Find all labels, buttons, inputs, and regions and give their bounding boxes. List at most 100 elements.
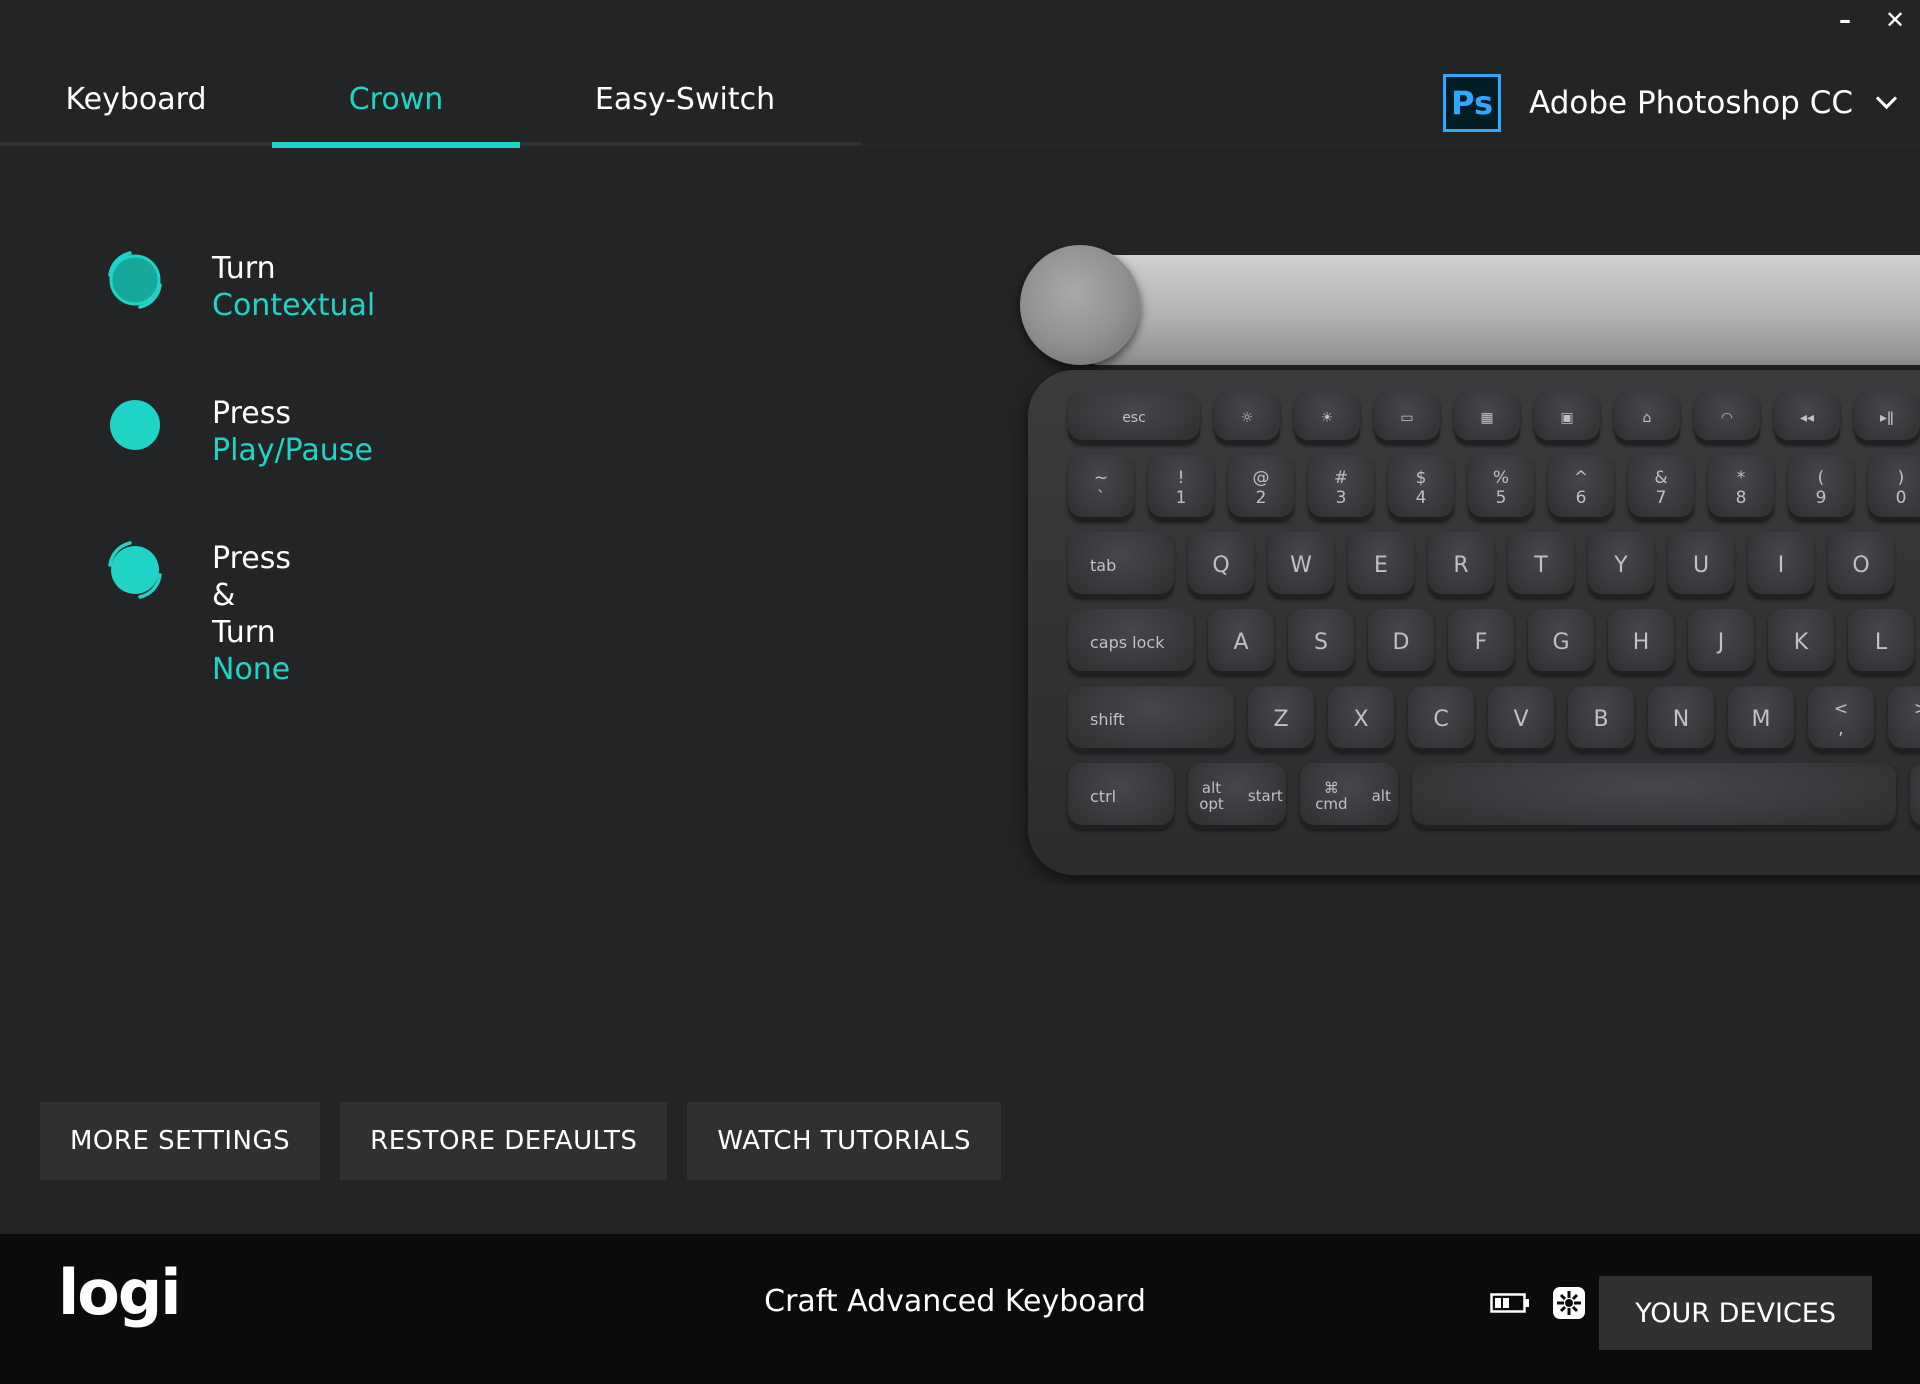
app-selector[interactable]: Ps Adobe Photoshop CC — [1443, 70, 1898, 136]
key-4: $4 — [1388, 455, 1454, 521]
key-cmd-right-label: ⌘cmd — [1911, 780, 1920, 812]
more-settings-button[interactable]: MORE SETTINGS — [40, 1102, 321, 1180]
crown-actions-list: Turn Contextual Press Play/Pause Press &… — [100, 245, 375, 687]
key-f1: ☼ — [1214, 392, 1280, 444]
crown-turn-value: Contextual — [212, 288, 376, 323]
key-f9: ▸ǁ — [1854, 392, 1920, 444]
key-s: S — [1288, 609, 1354, 675]
key-h: H — [1608, 609, 1674, 675]
key-esc: esc — [1068, 392, 1200, 444]
crown-press-turn-label: Press & Turn — [212, 541, 291, 650]
key-f2: ☀ — [1294, 392, 1360, 444]
crown-turn-item[interactable]: Turn Contextual — [100, 245, 375, 390]
tab-bar: Keyboard Crown Easy-Switch — [0, 52, 862, 148]
key-f4: ▦ — [1454, 392, 1520, 444]
key-r: R — [1428, 532, 1494, 598]
key-c: C — [1408, 686, 1474, 752]
modifier-key-row: ctrl altopt start ⌘cmd alt ⌘cmd — [1068, 763, 1920, 829]
tab-crown[interactable]: Crown — [272, 52, 520, 148]
key-comma: <, — [1808, 686, 1874, 752]
home-key-row: caps lock A S D F G H J K L — [1068, 609, 1920, 675]
key-6: ^ 6 — [1548, 455, 1614, 521]
crown-turn-icon — [100, 245, 170, 315]
key-alt-start: alt opt start — [1188, 763, 1286, 829]
key-8: * 8 — [1708, 455, 1774, 521]
key-f3: ▭ — [1374, 392, 1440, 444]
crown-press-label: Press — [212, 396, 291, 431]
key-f8: ◂◂ — [1774, 392, 1840, 444]
function-key-row: esc ☼ ☀ ▭ ▦ ▣ ⌂ ◠ ◂◂ ▸ǁ — [1068, 392, 1920, 444]
key-v: V — [1488, 686, 1554, 752]
key-y: Y — [1588, 532, 1654, 598]
crown-press-turn-item[interactable]: Press & Turn None — [100, 535, 291, 687]
key-g: G — [1528, 609, 1594, 675]
key-ctrl: ctrl — [1068, 763, 1174, 829]
crown-press-turn-value: None — [212, 652, 291, 687]
crown-press-turn-icon — [100, 535, 170, 605]
flow-icon[interactable] — [1552, 1286, 1586, 1320]
key-f7: ◠ — [1694, 392, 1760, 444]
key-q: Q — [1188, 532, 1254, 598]
keyboard-illustration: lo esc ☼ ☀ ▭ ▦ ▣ ⌂ ◠ ◂◂ ▸ǁ ~` !1 @2 #3 — [1010, 245, 1920, 885]
key-9: (9 — [1788, 455, 1854, 521]
crown-press-icon — [100, 390, 170, 460]
key-k: K — [1768, 609, 1834, 675]
key-0: ) 0 — [1868, 455, 1920, 521]
crown-dial — [1020, 245, 1140, 365]
number-key-row: ~ ` ! 1 @2 #3 $4 % 5 ^ 6 & 7 * 8 (9 ) 0 — [1068, 455, 1920, 521]
key-1: ! 1 — [1148, 455, 1214, 521]
battery-icon — [1490, 1292, 1530, 1314]
chevron-down-icon — [1875, 87, 1898, 109]
key-cmd-alt: ⌘ cmd alt — [1300, 763, 1398, 829]
key-x: X — [1328, 686, 1394, 752]
key-a: A — [1208, 609, 1274, 675]
key-5: % 5 — [1468, 455, 1534, 521]
key-o: O — [1828, 532, 1894, 598]
key-i: I — [1748, 532, 1814, 598]
key-7: & 7 — [1628, 455, 1694, 521]
tab-keyboard[interactable]: Keyboard — [0, 52, 272, 146]
key-z: Z — [1248, 686, 1314, 752]
key-period: >. — [1888, 686, 1920, 752]
app-name: Adobe Photoshop CC — [1529, 85, 1853, 121]
key-m: M — [1728, 686, 1794, 752]
keyboard-body: esc ☼ ☀ ▭ ▦ ▣ ⌂ ◠ ◂◂ ▸ǁ ~ ` ! 1 @2 #3 $4 %… — [1028, 370, 1920, 875]
minimize-button[interactable]: – — [1820, 0, 1870, 40]
key-3: #3 — [1308, 455, 1374, 521]
close-button[interactable]: ✕ — [1870, 0, 1920, 40]
key-f: F — [1448, 609, 1514, 675]
key-cmd-label: ⌘ cmd — [1315, 779, 1348, 813]
your-devices-button[interactable]: YOUR DEVICES — [1599, 1276, 1872, 1350]
key-caps-lock: caps lock — [1068, 609, 1194, 675]
crown-press-value: Play/Pause — [212, 433, 373, 468]
key-u: U — [1668, 532, 1734, 598]
restore-defaults-button[interactable]: RESTORE DEFAULTS — [340, 1102, 668, 1180]
footer-bar: logi Craft Advanced Keyboard YOUR DEVICE… — [0, 1234, 1920, 1384]
key-e: E — [1348, 532, 1414, 598]
key-t: T — [1508, 532, 1574, 598]
header-divider — [862, 145, 1920, 146]
crown-press-item[interactable]: Press Play/Pause — [100, 390, 373, 535]
key-d: D — [1368, 609, 1434, 675]
photoshop-icon: Ps — [1443, 74, 1502, 132]
key-tab: tab — [1068, 532, 1174, 598]
watch-tutorials-button[interactable]: WATCH TUTORIALS — [687, 1102, 1002, 1180]
key-cmd-right: ⌘cmd — [1910, 763, 1920, 829]
key-shift: shift — [1068, 686, 1234, 752]
key-f5: ▣ — [1534, 392, 1600, 444]
key-w: W — [1268, 532, 1334, 598]
qwerty-key-row: tab Q W E R T Y U I O — [1068, 532, 1920, 598]
key-space — [1412, 763, 1896, 829]
keyboard-top-bar: lo — [1090, 255, 1920, 365]
key-b: B — [1568, 686, 1634, 752]
key-l: L — [1848, 609, 1914, 675]
key-f6: ⌂ — [1614, 392, 1680, 444]
key-j: J — [1688, 609, 1754, 675]
key-alt-opt-label: alt opt — [1199, 779, 1224, 813]
tab-easy-switch[interactable]: Easy-Switch — [520, 52, 850, 146]
key-n: N — [1648, 686, 1714, 752]
crown-turn-label: Turn — [212, 251, 276, 286]
window-controls: – ✕ — [1820, 0, 1920, 40]
key-start-label: start — [1247, 787, 1283, 805]
action-buttons: MORE SETTINGS RESTORE DEFAULTS WATCH TUT… — [40, 1102, 1021, 1180]
